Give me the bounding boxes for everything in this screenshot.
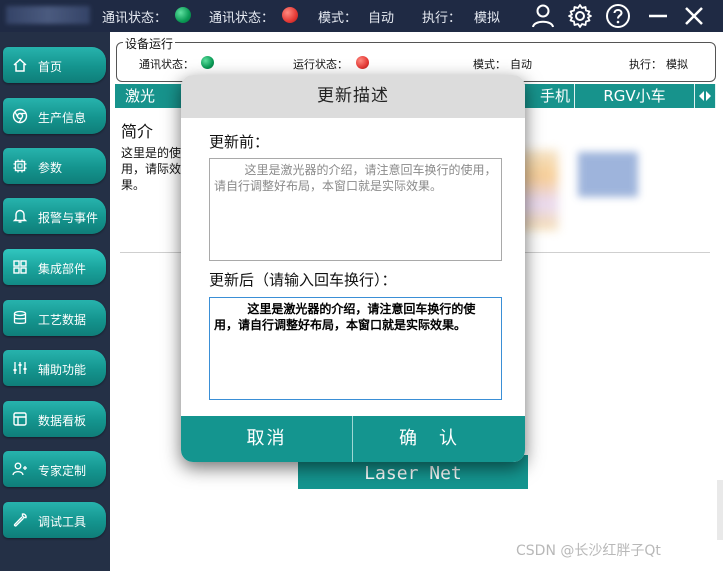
close-icon[interactable] bbox=[680, 2, 708, 30]
sidebar-item-params[interactable]: 参数 bbox=[3, 148, 106, 184]
comm-status-led-ok bbox=[175, 7, 191, 23]
sliders-icon bbox=[13, 362, 27, 374]
sidebar-item-label: 报警与事件 bbox=[38, 211, 99, 225]
top-status-bar: 通讯状态： 通讯状态： 模式： 自动 执行： 模拟 bbox=[0, 0, 723, 32]
after-text-input[interactable]: 这里是激光器的介绍，请注意回车换行的使用，请自行调整好布局，本窗口就是实际效果。 bbox=[209, 297, 502, 400]
tab-rgv[interactable]: RGV小车 bbox=[575, 84, 695, 108]
sidebar-item-label: 生产信息 bbox=[38, 111, 87, 125]
before-label: 更新前： bbox=[209, 133, 270, 151]
tab-laser[interactable]: 激光 bbox=[115, 84, 185, 108]
comm-status-led-error bbox=[282, 7, 298, 23]
dialog-title: 更新描述 bbox=[181, 75, 525, 118]
device-mode-value: 自动 bbox=[510, 58, 532, 71]
sidebar-item-production-info[interactable]: 生产信息 bbox=[3, 98, 106, 134]
user-plus-icon bbox=[12, 462, 27, 476]
device-comm-led bbox=[201, 56, 214, 69]
sidebar-item-label: 参数 bbox=[38, 161, 63, 175]
dialog-footer: 取消 确认 bbox=[181, 416, 525, 462]
sidebar-item-label: 调试工具 bbox=[38, 515, 87, 529]
sidebar-item-components[interactable]: 集成部件 bbox=[3, 249, 106, 285]
sidebar-item-dashboard[interactable]: 数据看板 bbox=[3, 401, 106, 437]
sidebar-item-debug-tools[interactable]: 调试工具 bbox=[3, 502, 106, 538]
chip-icon bbox=[13, 159, 27, 173]
watermark: CSDN @长沙红胖子Qt bbox=[516, 543, 661, 559]
mode-label: 模式： bbox=[318, 11, 358, 26]
confirm-button[interactable]: 确认 bbox=[353, 416, 525, 462]
device-exec-value: 模拟 bbox=[666, 58, 688, 71]
exec-value: 模拟 bbox=[474, 11, 501, 26]
sidebar-item-home[interactable]: 首页 bbox=[3, 47, 106, 83]
device-comm-label: 通讯状态： bbox=[139, 58, 194, 71]
comm-status-label-1: 通讯状态： bbox=[102, 11, 168, 26]
update-description-dialog: 更新描述 更新前： 这里是激光器的介绍，请注意回车换行的使用，请自行调整好布局，… bbox=[181, 75, 525, 462]
gear-icon[interactable] bbox=[566, 2, 594, 30]
tab-scroll-arrows[interactable] bbox=[695, 84, 716, 108]
wrench-icon bbox=[13, 513, 27, 527]
tab-scroll-icon bbox=[699, 91, 711, 101]
device-run-title: 设备运行 bbox=[123, 35, 176, 52]
bell-icon bbox=[12, 209, 28, 223]
device-mode-label: 模式： bbox=[473, 58, 506, 71]
sidebar-item-label: 数据看板 bbox=[38, 414, 87, 428]
sidebar-item-label: 专家定制 bbox=[38, 464, 87, 478]
sidebar-item-process-data[interactable]: 工艺数据 bbox=[3, 300, 106, 336]
device-exec-label: 执行： bbox=[629, 58, 662, 71]
sidebar: 首页 生产信息 参数 报警与事件 集成部件 工艺数据 辅助功能 数据看板 专家定… bbox=[0, 32, 110, 571]
mode-value: 自动 bbox=[368, 11, 395, 26]
sidebar-item-aux-functions[interactable]: 辅助功能 bbox=[3, 350, 106, 386]
help-icon[interactable] bbox=[604, 2, 632, 30]
device-run-label: 运行状态： bbox=[293, 58, 348, 71]
sidebar-item-expert[interactable]: 专家定制 bbox=[3, 451, 106, 487]
sidebar-item-alarms[interactable]: 报警与事件 bbox=[3, 198, 106, 234]
layout-icon bbox=[13, 412, 27, 426]
sidebar-item-label: 辅助功能 bbox=[38, 363, 87, 377]
device-run-led bbox=[356, 56, 369, 69]
exec-label: 执行： bbox=[422, 11, 462, 26]
blurred-image-2 bbox=[578, 152, 638, 197]
user-icon[interactable] bbox=[529, 2, 557, 30]
after-label: 更新后（请输入回车换行）： bbox=[209, 271, 397, 289]
before-text-area: 这里是激光器的介绍，请注意回车换行的使用，请自行调整好布局，本窗口就是实际效果。 bbox=[209, 158, 502, 261]
comm-status-label-2: 通讯状态： bbox=[209, 11, 275, 26]
chrome-icon bbox=[12, 108, 28, 124]
app-logo bbox=[6, 6, 90, 24]
grid-icon bbox=[13, 260, 27, 274]
intro-text: 这里是的使用，请际效果。 bbox=[121, 146, 182, 192]
sidebar-item-label: 首页 bbox=[38, 60, 63, 74]
intro-title: 简介 bbox=[121, 122, 154, 141]
sidebar-item-label: 工艺数据 bbox=[38, 313, 87, 327]
minimize-icon[interactable] bbox=[644, 2, 672, 30]
home-icon bbox=[13, 58, 27, 72]
window-edge bbox=[717, 480, 723, 540]
database-icon bbox=[13, 310, 27, 324]
sidebar-item-label: 集成部件 bbox=[38, 262, 87, 276]
cancel-button[interactable]: 取消 bbox=[181, 416, 353, 462]
